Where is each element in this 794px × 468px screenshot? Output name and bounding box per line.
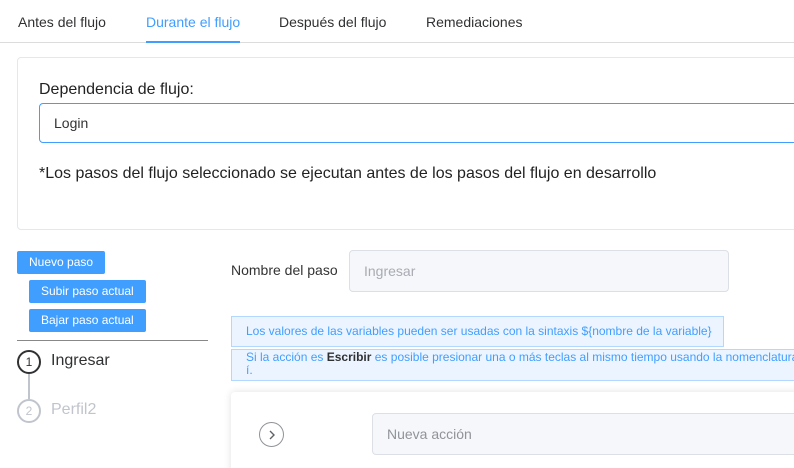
steps-divider [17, 340, 208, 341]
variables-info-alert: Los valores de las variables pueden ser … [231, 316, 724, 347]
flow-dependency-note: *Los pasos del flujo seleccionado se eje… [39, 165, 657, 182]
step-label: Perfil2 [51, 401, 97, 418]
step-label: Ingresar [51, 352, 110, 369]
action-panel [231, 392, 794, 468]
flow-dependency-label: Dependencia de flujo: [39, 81, 194, 98]
move-step-down-button[interactable]: Bajar paso actual [29, 309, 146, 332]
tab-before-flow[interactable]: Antes del flujo [18, 14, 106, 43]
new-step-button[interactable]: Nuevo paso [17, 251, 106, 274]
step-name-label: Nombre del paso [231, 262, 338, 278]
keys-info-wrap: í. [246, 363, 253, 377]
keys-info-action-name: Escribir [326, 350, 372, 364]
keys-info-prefix: Si la acción es [246, 350, 327, 364]
new-action-input[interactable] [372, 413, 794, 455]
step-number: 2 [17, 399, 41, 423]
move-step-up-button[interactable]: Subir paso actual [29, 280, 146, 303]
tab-remediations[interactable]: Remediaciones [426, 14, 523, 43]
keys-info-suffix: es posible presionar una o más teclas al… [371, 350, 794, 364]
flow-dependency-select[interactable] [39, 103, 794, 143]
flow-tabs: Antes del flujo Durante el flujo Después… [0, 0, 794, 43]
step-number: 1 [17, 350, 41, 374]
step-name-input[interactable] [349, 250, 729, 292]
tab-after-flow[interactable]: Después del flujo [279, 14, 386, 43]
chevron-right-icon[interactable] [259, 422, 284, 447]
step-connector [28, 374, 30, 399]
tab-during-flow[interactable]: Durante el flujo [146, 14, 240, 43]
flow-dependency-card: Dependencia de flujo: *Los pasos del flu… [17, 57, 794, 230]
keys-info-alert: Si la acción es Escribir es posible pres… [231, 349, 794, 381]
keys-info-text: Si la acción es Escribir es posible pres… [246, 351, 794, 364]
